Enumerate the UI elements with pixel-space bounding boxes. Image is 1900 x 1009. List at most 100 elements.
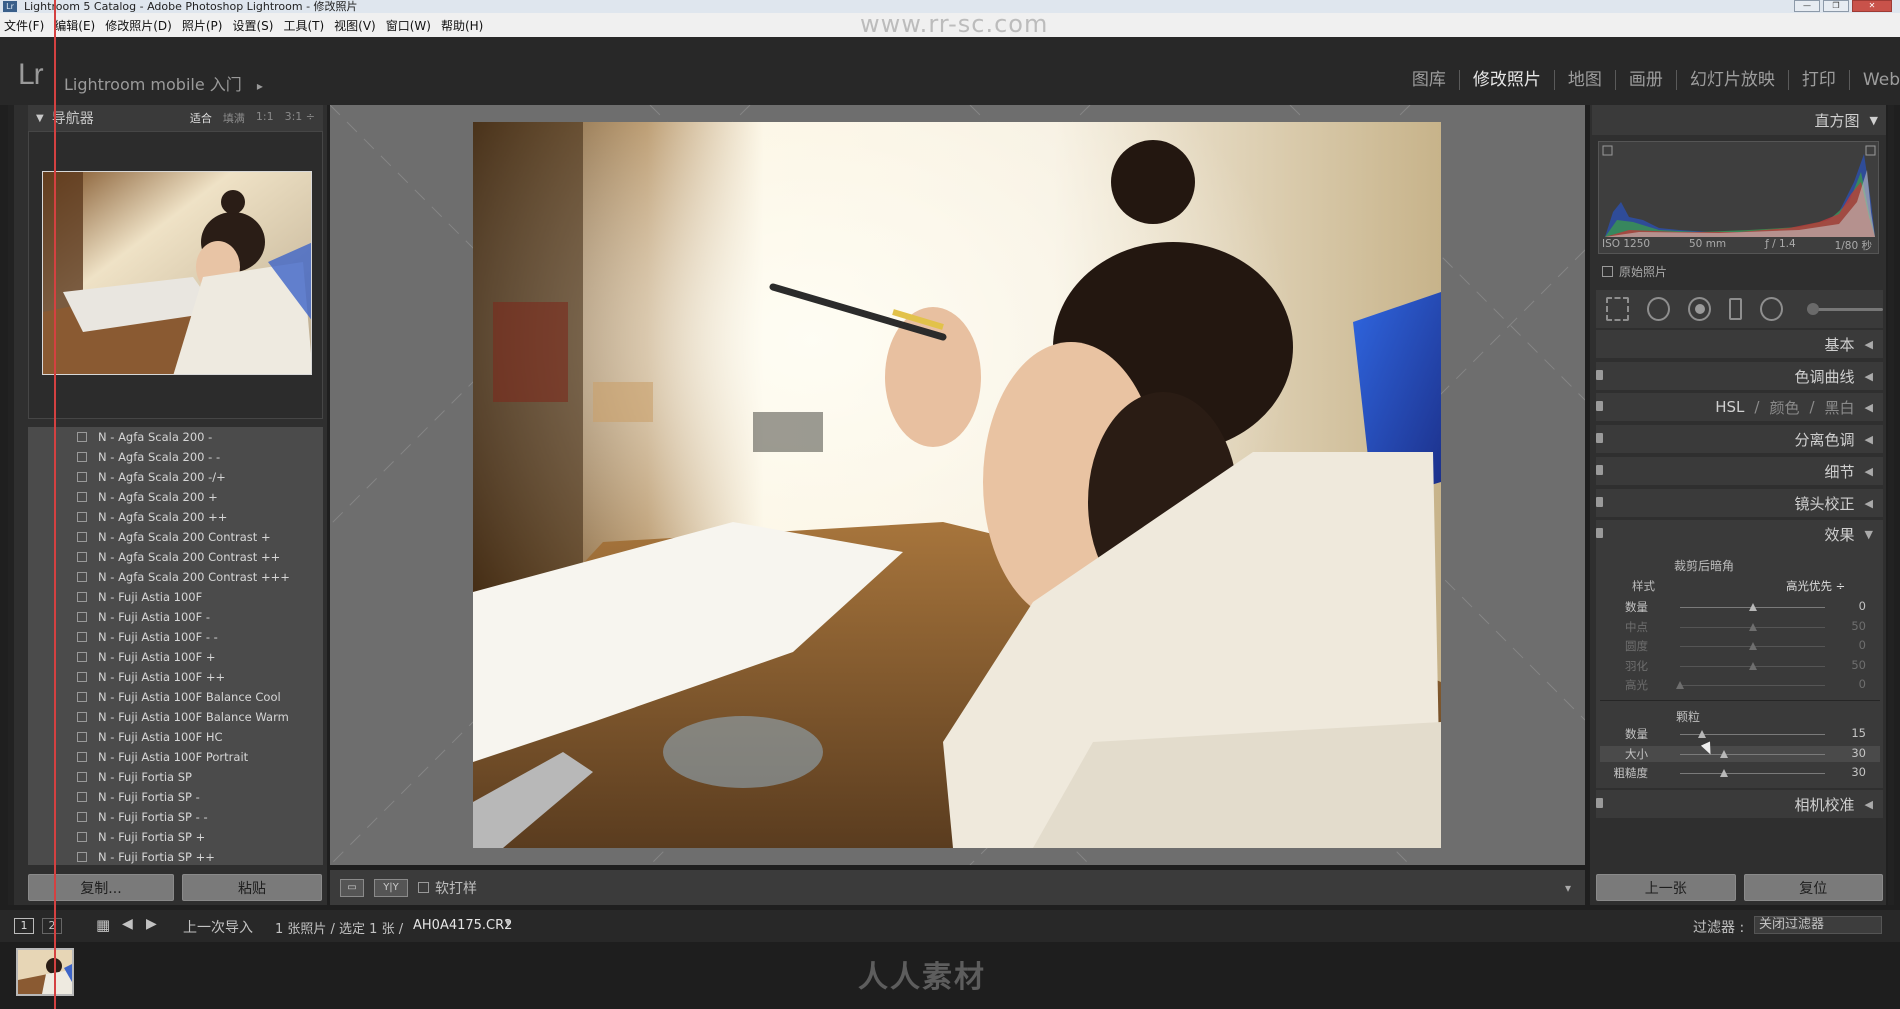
panel-switch-icon[interactable] [1596, 798, 1603, 808]
copy-button[interactable]: 复制... [28, 874, 174, 901]
preset-item[interactable]: N - Fuji Fortia SP + [28, 827, 323, 847]
preset-item[interactable]: N - Agfa Scala 200 Contrast + [28, 527, 323, 547]
slider-row[interactable]: 中点 50 [1600, 619, 1880, 635]
slider-knob-icon[interactable] [1719, 769, 1728, 777]
slider-value[interactable]: 50 [1836, 619, 1866, 633]
graduated-filter-icon[interactable] [1728, 298, 1743, 320]
panel-switch-icon[interactable] [1596, 497, 1603, 507]
soft-proof-toggle[interactable]: 软打样 [418, 878, 477, 898]
adjustment-brush-slider[interactable] [1807, 302, 1883, 315]
preset-item[interactable]: N - Fuji Astia 100F Balance Cool [28, 687, 323, 707]
module-print[interactable]: 打印 [1789, 70, 1850, 90]
collapse-triangle-icon[interactable]: ▼ [36, 113, 44, 124]
red-eye-icon[interactable] [1687, 297, 1711, 321]
filmstrip-thumbnail[interactable] [16, 948, 74, 996]
preset-item[interactable]: N - Fuji Astia 100F Balance Warm [28, 707, 323, 727]
window-2-button[interactable]: 2 [42, 918, 62, 934]
module-book[interactable]: 画册 [1616, 70, 1677, 90]
preset-item[interactable]: N - Agfa Scala 200 + [28, 487, 323, 507]
menu-settings[interactable]: 设置(S) [232, 17, 273, 34]
preset-item[interactable]: N - Agfa Scala 200 Contrast ++ [28, 547, 323, 567]
slider-value[interactable]: 30 [1836, 746, 1866, 760]
slider-knob-icon[interactable] [1719, 749, 1728, 758]
slider-knob-icon[interactable] [1748, 603, 1757, 611]
preset-item[interactable]: N - Agfa Scala 200 ++ [28, 507, 323, 527]
panel-switch-icon[interactable] [1596, 401, 1603, 411]
crop-tool-icon[interactable] [1606, 297, 1629, 321]
slider-knob-icon[interactable] [1748, 642, 1757, 650]
module-library[interactable]: 图库 [1399, 70, 1460, 90]
reset-button[interactable]: 复位 [1743, 874, 1883, 901]
zoom-fit[interactable]: 适合 [190, 110, 212, 126]
back-arrow-icon[interactable]: ◀ [122, 916, 133, 932]
before-after-icon[interactable]: Y|Y [374, 878, 408, 897]
module-develop[interactable]: 修改照片 [1460, 70, 1555, 90]
zoom-3-1[interactable]: 3:1 ÷ [285, 110, 315, 126]
preset-item[interactable]: N - Fuji Astia 100F - [28, 607, 323, 627]
filter-select[interactable]: 关闭过滤器 [1754, 916, 1882, 934]
forward-arrow-icon[interactable]: ▶ [146, 916, 157, 932]
collapse-triangle-icon[interactable]: ▼ [1870, 114, 1878, 127]
panel-camera-calibration[interactable]: 相机校准 ◀ [1596, 790, 1883, 818]
menu-file[interactable]: 文件(F) [4, 17, 44, 34]
grid-view-icon[interactable]: ▦ [96, 916, 110, 934]
panel-switch-icon[interactable] [1596, 528, 1603, 538]
vignette-style-select[interactable]: 高光优先 ÷ [1786, 578, 1845, 594]
preset-item[interactable]: N - Fuji Astia 100F - - [28, 627, 323, 647]
slider-value[interactable]: 0 [1836, 677, 1866, 691]
slider-row[interactable]: 圆度 0 [1600, 638, 1880, 654]
preset-item[interactable]: N - Fuji Fortia SP - [28, 787, 323, 807]
slider-row[interactable]: 高光 0 [1600, 677, 1880, 693]
slider-row[interactable]: 数量 0 [1600, 599, 1880, 615]
slider-knob-icon[interactable] [1748, 661, 1757, 670]
panel-basic[interactable]: 基本 ◀ [1596, 330, 1883, 358]
radial-filter-icon[interactable] [1760, 297, 1784, 321]
module-web[interactable]: Web [1850, 70, 1900, 90]
preset-item[interactable]: N - Agfa Scala 200 Contrast +++ [28, 567, 323, 587]
spot-removal-icon[interactable] [1646, 297, 1670, 321]
preset-item[interactable]: N - Fuji Fortia SP - - [28, 807, 323, 827]
slider-value[interactable]: 0 [1836, 638, 1866, 652]
tab-bw[interactable]: 黑白 [1825, 397, 1855, 418]
slider-value[interactable]: 0 [1836, 599, 1866, 613]
slider-value[interactable]: 15 [1836, 726, 1866, 740]
panel-switch-icon[interactable] [1596, 465, 1603, 475]
menu-help[interactable]: 帮助(H) [441, 17, 483, 34]
previous-button[interactable]: 上一张 [1596, 874, 1736, 901]
right-panel-edge[interactable] [1888, 105, 1894, 905]
slider-track[interactable] [1680, 773, 1825, 774]
panel-tone-curve[interactable]: 色调曲线 ◀ [1596, 362, 1883, 390]
loupe-view-icon[interactable]: ▭ [340, 878, 364, 897]
source-label[interactable]: 上一次导入 [183, 917, 253, 937]
main-photo[interactable] [473, 122, 1441, 848]
paste-button[interactable]: 粘贴 [182, 874, 322, 901]
preset-item[interactable]: N - Agfa Scala 200 - [28, 427, 323, 447]
preset-item[interactable]: N - Agfa Scala 200 - - [28, 447, 323, 467]
toolbar-menu-caret-icon[interactable]: ▾ [1565, 881, 1571, 895]
tab-hsl[interactable]: HSL [1715, 398, 1744, 416]
slider-knob-icon[interactable] [1676, 681, 1684, 689]
slider-value[interactable]: 30 [1836, 765, 1866, 779]
menu-window[interactable]: 窗口(W) [386, 17, 431, 34]
slider-value[interactable]: 50 [1836, 658, 1866, 672]
preset-item[interactable]: N - Agfa Scala 200 -/+ [28, 467, 323, 487]
panel-hsl[interactable]: HSL / 颜色 / 黑白 ◀ [1596, 393, 1883, 421]
menu-edit[interactable]: 编辑(E) [54, 17, 95, 34]
panel-switch-icon[interactable] [1596, 433, 1603, 443]
panel-detail[interactable]: 细节 ◀ [1596, 457, 1883, 485]
preset-item[interactable]: N - Fuji Astia 100F Portrait [28, 747, 323, 767]
zoom-fill[interactable]: 填满 [223, 110, 245, 126]
slider-track[interactable] [1680, 753, 1825, 755]
panel-switch-icon[interactable] [1596, 370, 1603, 380]
module-slideshow[interactable]: 幻灯片放映 [1677, 70, 1789, 90]
preset-item[interactable]: N - Fuji Fortia SP ++ [28, 847, 323, 865]
preset-item[interactable]: N - Fuji Astia 100F [28, 587, 323, 607]
filename-dropdown-icon[interactable]: ▾ [505, 916, 511, 929]
menu-tools[interactable]: 工具(T) [283, 17, 324, 34]
original-photo-toggle[interactable]: 原始照片 [1602, 263, 1667, 280]
zoom-1-1[interactable]: 1:1 [256, 110, 274, 126]
panel-lens-corrections[interactable]: 镜头校正 ◀ [1596, 489, 1883, 517]
panel-effects[interactable]: 效果 ▼ [1596, 520, 1883, 548]
tab-color[interactable]: 颜色 [1769, 397, 1799, 418]
navigator-thumbnail[interactable] [42, 171, 312, 375]
